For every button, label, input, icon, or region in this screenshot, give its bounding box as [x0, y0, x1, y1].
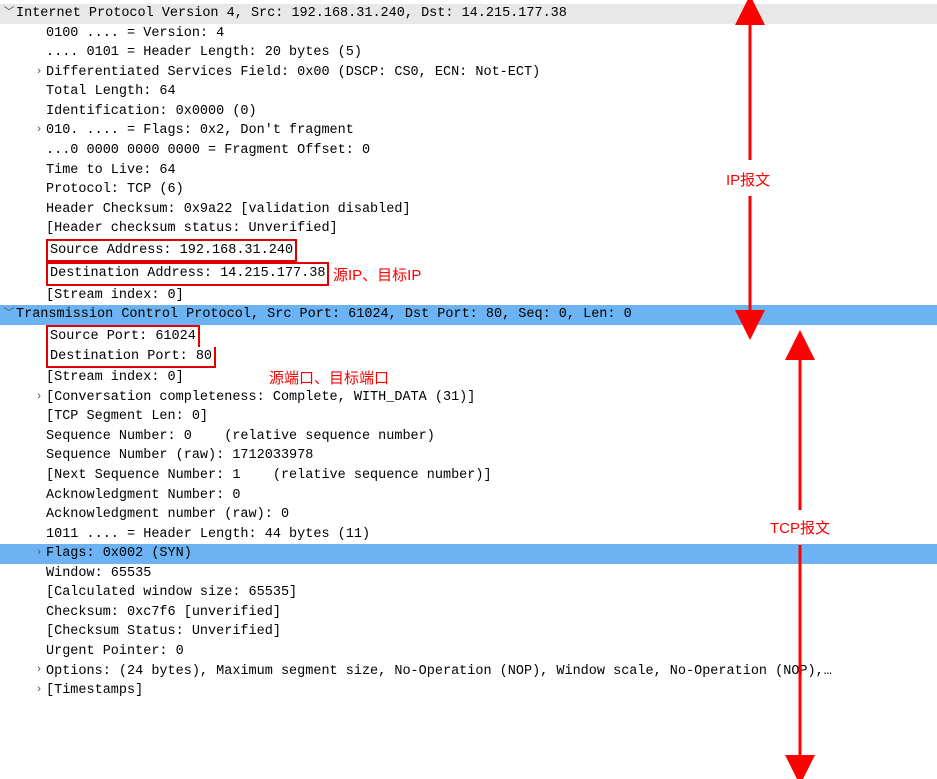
caret-right-icon[interactable]: ›	[32, 683, 46, 699]
field-text: [Conversation completeness: Complete, WI…	[46, 388, 475, 408]
ip-proto-row[interactable]: Protocol: TCP (6)	[0, 180, 937, 200]
field-text: Acknowledgment number (raw): 0	[46, 505, 289, 525]
tcp-header-text: Transmission Control Protocol, Src Port:…	[16, 305, 632, 325]
field-text: [Checksum Status: Unverified]	[46, 622, 281, 642]
ip-srcaddr-row[interactable]: Source Address: 192.168.31.240	[0, 239, 937, 263]
field-text: [Calculated window size: 65535]	[46, 583, 297, 603]
tcp-timestamps-row[interactable]: ›[Timestamps]	[0, 681, 937, 701]
field-text: Destination Address: 14.215.177.38	[50, 264, 325, 284]
field-text: 1011 .... = Header Length: 44 bytes (11)	[46, 525, 370, 545]
tcp-seqraw-row[interactable]: Sequence Number (raw): 1712033978	[0, 446, 937, 466]
tcp-stream-row[interactable]: [Stream index: 0]	[0, 368, 937, 388]
ip-stream-row[interactable]: [Stream index: 0]	[0, 286, 937, 306]
ip-header-text: Internet Protocol Version 4, Src: 192.16…	[16, 4, 567, 24]
ip-totallen-row[interactable]: Total Length: 64	[0, 82, 937, 102]
field-text: [Header checksum status: Unverified]	[46, 219, 338, 239]
field-text: [Timestamps]	[46, 681, 143, 701]
tcp-srcport-row[interactable]: Source Port: 61024	[0, 325, 937, 347]
field-text: Total Length: 64	[46, 82, 176, 102]
field-text: Acknowledgment Number: 0	[46, 486, 240, 506]
field-text: Identification: 0x0000 (0)	[46, 102, 257, 122]
ip-header-row[interactable]: ﹀ Internet Protocol Version 4, Src: 192.…	[0, 4, 937, 24]
field-text: Flags: 0x002 (SYN)	[46, 544, 192, 564]
tcp-hlen-row[interactable]: 1011 .... = Header Length: 44 bytes (11)	[0, 525, 937, 545]
caret-down-icon[interactable]: ﹀	[2, 6, 16, 22]
caret-right-icon[interactable]: ›	[32, 65, 46, 81]
tcp-window-row[interactable]: Window: 65535	[0, 564, 937, 584]
field-text: [Stream index: 0]	[46, 368, 184, 388]
field-text: [Stream index: 0]	[46, 286, 184, 306]
tcp-acknum-row[interactable]: Acknowledgment Number: 0	[0, 486, 937, 506]
tcp-dstport-row[interactable]: Destination Port: 80	[0, 347, 937, 369]
field-text: Source Address: 192.168.31.240	[50, 241, 293, 261]
caret-right-icon[interactable]: ›	[32, 123, 46, 139]
ip-dstaddr-row[interactable]: Destination Address: 14.215.177.38	[0, 262, 937, 286]
field-text: Window: 65535	[46, 564, 151, 584]
field-text: [TCP Segment Len: 0]	[46, 407, 208, 427]
caret-down-icon[interactable]: ﹀	[2, 307, 16, 323]
field-text: Time to Live: 64	[46, 161, 176, 181]
field-text: Sequence Number (raw): 1712033978	[46, 446, 313, 466]
ip-hchkstat-row[interactable]: [Header checksum status: Unverified]	[0, 219, 937, 239]
field-text: Checksum: 0xc7f6 [unverified]	[46, 603, 281, 623]
field-text: Differentiated Services Field: 0x00 (DSC…	[46, 63, 540, 83]
tcp-checksum-row[interactable]: Checksum: 0xc7f6 [unverified]	[0, 603, 937, 623]
tcp-options-row[interactable]: ›Options: (24 bytes), Maximum segment si…	[0, 662, 937, 682]
caret-right-icon[interactable]: ›	[32, 390, 46, 406]
tcp-urgptr-row[interactable]: Urgent Pointer: 0	[0, 642, 937, 662]
field-text: Protocol: TCP (6)	[46, 180, 184, 200]
field-text: Options: (24 bytes), Maximum segment siz…	[46, 662, 832, 682]
ip-ident-row[interactable]: Identification: 0x0000 (0)	[0, 102, 937, 122]
ip-hchk-row[interactable]: Header Checksum: 0x9a22 [validation disa…	[0, 200, 937, 220]
field-text: Urgent Pointer: 0	[46, 642, 184, 662]
ip-dsf-row[interactable]: ›Differentiated Services Field: 0x00 (DS…	[0, 63, 937, 83]
field-text: [Next Sequence Number: 1 (relative seque…	[46, 466, 492, 486]
ip-fragoff-row[interactable]: ...0 0000 0000 0000 = Fragment Offset: 0	[0, 141, 937, 161]
ip-flags-row[interactable]: ›010. .... = Flags: 0x2, Don't fragment	[0, 121, 937, 141]
tcp-flags-row[interactable]: ›Flags: 0x002 (SYN)	[0, 544, 937, 564]
field-text: Source Port: 61024	[50, 327, 196, 347]
field-text: Header Checksum: 0x9a22 [validation disa…	[46, 200, 411, 220]
ip-hlen-row[interactable]: .... 0101 = Header Length: 20 bytes (5)	[0, 43, 937, 63]
tcp-seqnum-row[interactable]: Sequence Number: 0 (relative sequence nu…	[0, 427, 937, 447]
tcp-nextseq-row[interactable]: [Next Sequence Number: 1 (relative seque…	[0, 466, 937, 486]
tcp-ackraw-row[interactable]: Acknowledgment number (raw): 0	[0, 505, 937, 525]
field-text: .... 0101 = Header Length: 20 bytes (5)	[46, 43, 362, 63]
field-text: ...0 0000 0000 0000 = Fragment Offset: 0	[46, 141, 370, 161]
tcp-chkstat-row[interactable]: [Checksum Status: Unverified]	[0, 622, 937, 642]
tcp-header-row[interactable]: ﹀ Transmission Control Protocol, Src Por…	[0, 305, 937, 325]
caret-right-icon[interactable]: ›	[32, 546, 46, 562]
field-text: Destination Port: 80	[50, 347, 212, 367]
tcp-seglen-row[interactable]: [TCP Segment Len: 0]	[0, 407, 937, 427]
field-text: 010. .... = Flags: 0x2, Don't fragment	[46, 121, 354, 141]
tcp-calcwin-row[interactable]: [Calculated window size: 65535]	[0, 583, 937, 603]
field-text: Sequence Number: 0 (relative sequence nu…	[46, 427, 435, 447]
tcp-conv-row[interactable]: ›[Conversation completeness: Complete, W…	[0, 388, 937, 408]
caret-right-icon[interactable]: ›	[32, 663, 46, 679]
ip-ttl-row[interactable]: Time to Live: 64	[0, 161, 937, 181]
field-text: 0100 .... = Version: 4	[46, 24, 224, 44]
packet-tree: ﹀ Internet Protocol Version 4, Src: 192.…	[0, 0, 937, 701]
ip-version-row[interactable]: 0100 .... = Version: 4	[0, 24, 937, 44]
